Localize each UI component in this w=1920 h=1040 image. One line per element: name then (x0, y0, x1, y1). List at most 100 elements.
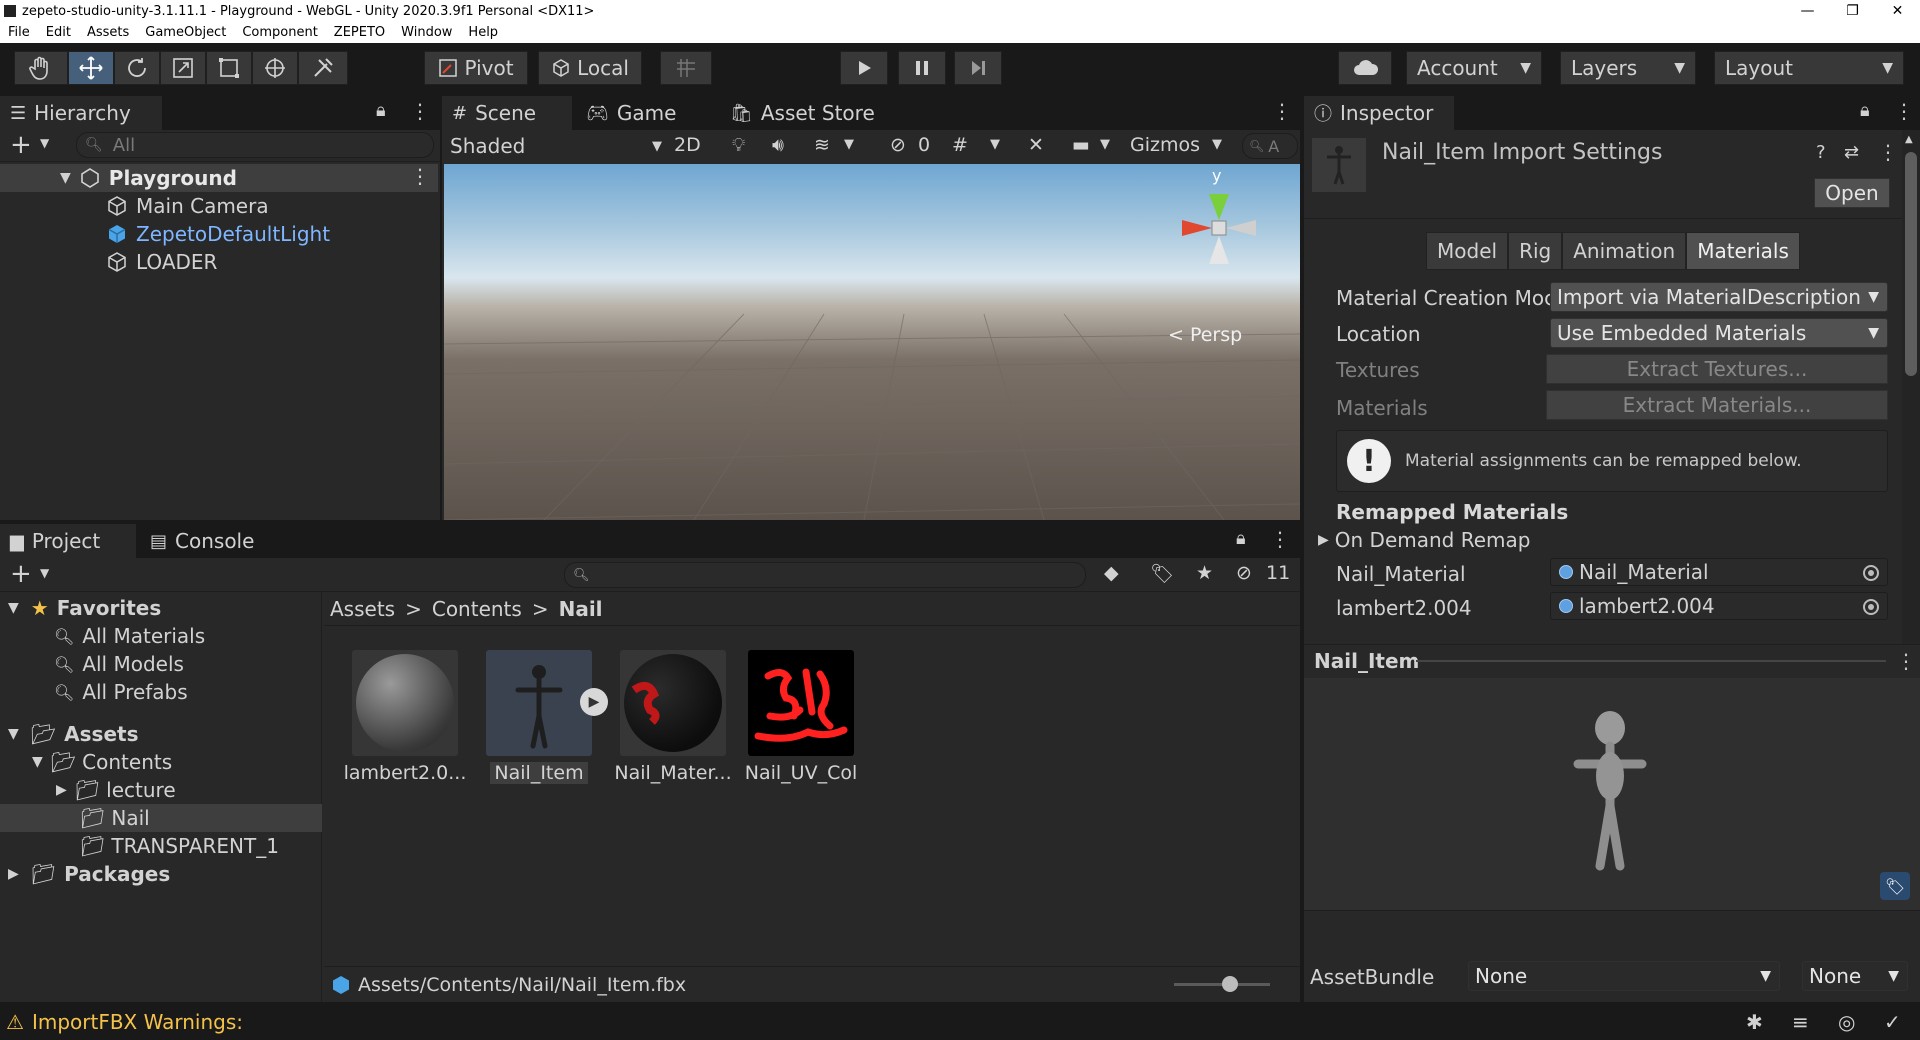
tab-game[interactable]: 🎮︎ Game (576, 96, 706, 130)
menu-edit[interactable]: Edit (38, 25, 79, 40)
scene-row-playground[interactable]: ▼ Playground ⋮ (0, 164, 438, 192)
chevron-down-icon[interactable]: ▼ (844, 137, 854, 152)
kebab-menu-icon[interactable]: ⋮ (410, 99, 430, 123)
close-button[interactable]: ✕ (1875, 0, 1920, 22)
folder-nail[interactable]: 📁︎ Nail (0, 804, 322, 832)
menu-window[interactable]: Window (393, 25, 460, 40)
checkmark-icon[interactable]: ✓ (1884, 1010, 1901, 1034)
tab-scene[interactable]: # Scene (442, 96, 572, 130)
rect-tool-button[interactable] (206, 51, 252, 85)
lock-icon[interactable]: 🔒︎ (1860, 100, 1870, 121)
kebab-menu-icon[interactable]: ⋮ (1270, 527, 1290, 551)
transform-tool-button[interactable] (252, 51, 298, 85)
step-button[interactable] (954, 51, 1002, 85)
grid-toggle-icon[interactable]: # (952, 134, 968, 156)
assetbundle-variant-dropdown[interactable]: None ▼ (1802, 961, 1908, 991)
minimize-button[interactable]: — (1785, 0, 1830, 22)
folder-lecture[interactable]: ▶ 📁︎ lecture (56, 776, 176, 804)
asset-nail-material[interactable] (620, 650, 726, 756)
location-dropdown[interactable]: Use Embedded Materials ▼ (1550, 318, 1888, 348)
chevron-down-icon[interactable]: ▼ (40, 566, 49, 580)
scale-tool-button[interactable] (160, 51, 206, 85)
remap-field-nail-material[interactable]: Nail_Material (1550, 558, 1888, 586)
add-icon[interactable]: + (10, 130, 32, 160)
custom-tool-button[interactable] (298, 51, 348, 85)
slider-thumb[interactable] (1222, 976, 1238, 992)
cache-server-icon[interactable]: ≡ (1792, 1010, 1809, 1034)
persp-label[interactable]: < Persp (1168, 324, 1242, 346)
chevron-down-icon[interactable]: ▼ (1212, 137, 1222, 152)
move-tool-button[interactable] (68, 51, 114, 85)
global-illumination-icon[interactable]: ◎ (1838, 1010, 1855, 1034)
model-preview[interactable]: 🏷︎ (1304, 678, 1920, 910)
scrollbar-thumb[interactable] (1905, 152, 1917, 376)
orientation-gizmo[interactable]: y (1164, 166, 1274, 282)
kebab-menu-icon[interactable]: ⋮ (1896, 649, 1916, 673)
breadcrumb-contents[interactable]: Contents (432, 597, 522, 621)
packages-folder[interactable]: ▶ 📁︎ Packages (8, 860, 170, 888)
audio-icon[interactable]: 🔊︎ (772, 134, 784, 156)
preview-drag-handle[interactable] (1416, 660, 1886, 662)
tab-inspector[interactable]: ⓘ Inspector (1304, 96, 1454, 130)
camera-icon[interactable]: ▬ (1072, 134, 1090, 156)
asset-lambert[interactable] (352, 650, 458, 756)
favorites-foldout[interactable]: ▼ ★ Favorites (8, 594, 161, 622)
tab-model[interactable]: Model (1426, 232, 1509, 270)
scene-viewport[interactable]: y < Persp (444, 164, 1300, 520)
tab-animation[interactable]: Animation (1562, 232, 1687, 270)
remap-field-lambert[interactable]: lambert2.004 (1550, 592, 1888, 620)
layout-dropdown[interactable]: Layout ▼ (1714, 51, 1904, 85)
help-icon[interactable]: ? (1816, 142, 1826, 163)
assetbundle-name-dropdown[interactable]: None ▼ (1468, 961, 1780, 991)
shading-mode-dropdown[interactable]: Shaded ▼ (450, 132, 672, 160)
chevron-down-icon[interactable]: ▼ (40, 136, 49, 150)
play-button[interactable] (840, 51, 888, 85)
hierarchy-item-main-camera[interactable]: Main Camera (106, 192, 269, 220)
hierarchy-item-zepetodefaultlight[interactable]: ZepetoDefaultLight (106, 220, 330, 248)
add-icon[interactable]: + (10, 558, 32, 590)
expand-arrow-icon[interactable]: ▼ (60, 170, 71, 186)
lock-icon[interactable]: 🔒︎ (376, 100, 386, 121)
contents-folder[interactable]: ▼ 📂︎ Contents (32, 748, 172, 776)
menu-zepeto[interactable]: ZEPETO (326, 25, 393, 40)
rotate-tool-button[interactable] (114, 51, 160, 85)
folder-transparent[interactable]: 📁︎ TRANSPARENT_1 (80, 832, 279, 860)
object-picker-icon[interactable] (1863, 565, 1879, 581)
kebab-menu-icon[interactable]: ⋮ (1272, 99, 1292, 123)
menu-help[interactable]: Help (460, 25, 506, 40)
hand-tool-button[interactable] (14, 51, 68, 85)
tab-project[interactable]: ▆ Project (0, 524, 136, 558)
favorite-all-models[interactable]: 🔍︎ All Models (54, 650, 184, 678)
hidden-visibility-icon[interactable]: ⊘ (890, 134, 906, 156)
asset-nail-item[interactable] (486, 650, 592, 756)
hierarchy-item-loader[interactable]: LOADER (106, 248, 217, 276)
chevron-down-icon[interactable]: ▼ (1100, 137, 1110, 152)
breadcrumb-assets[interactable]: Assets (330, 597, 395, 621)
status-warning-text[interactable]: ImportFBX Warnings: (32, 1010, 243, 1034)
hidden-packages-icon[interactable]: ⊘ (1236, 562, 1252, 584)
extract-materials-button[interactable]: Extract Materials... (1546, 390, 1888, 420)
debug-bug-icon[interactable]: ✱ (1746, 1010, 1763, 1034)
tab-hierarchy[interactable]: ☰ Hierarchy (0, 96, 162, 130)
tools-icon[interactable]: ✕ (1028, 134, 1044, 156)
mode-2d-toggle[interactable]: 2D (674, 134, 701, 156)
tab-rig[interactable]: Rig (1508, 232, 1563, 270)
asset-nail-uv-col[interactable] (748, 650, 854, 756)
kebab-menu-icon[interactable]: ⋮ (1894, 99, 1914, 123)
scene-search-input[interactable]: 🔍︎ A (1242, 133, 1298, 159)
menu-file[interactable]: File (0, 25, 38, 40)
account-dropdown[interactable]: Account ▼ (1406, 51, 1542, 85)
chevron-down-icon[interactable]: ▼ (990, 137, 1000, 152)
expand-subassets-icon[interactable]: ▶ (580, 688, 608, 716)
tab-asset-store[interactable]: 🛍︎ Asset Store (720, 96, 890, 130)
layers-dropdown[interactable]: Layers ▼ (1560, 51, 1696, 85)
assets-folder[interactable]: ▼ 📂︎ Assets (8, 720, 139, 748)
project-search-input[interactable]: 🔍︎ (564, 562, 1086, 588)
restore-button[interactable]: ❐ (1830, 0, 1875, 22)
hierarchy-search-input[interactable]: 🔍︎ All (76, 132, 434, 158)
snap-grid-button[interactable] (660, 51, 712, 85)
pivot-toggle[interactable]: Pivot (424, 51, 528, 85)
favorite-star-icon[interactable]: ★ (1196, 562, 1213, 584)
menu-assets[interactable]: Assets (79, 25, 137, 40)
open-button[interactable]: Open (1814, 178, 1890, 208)
